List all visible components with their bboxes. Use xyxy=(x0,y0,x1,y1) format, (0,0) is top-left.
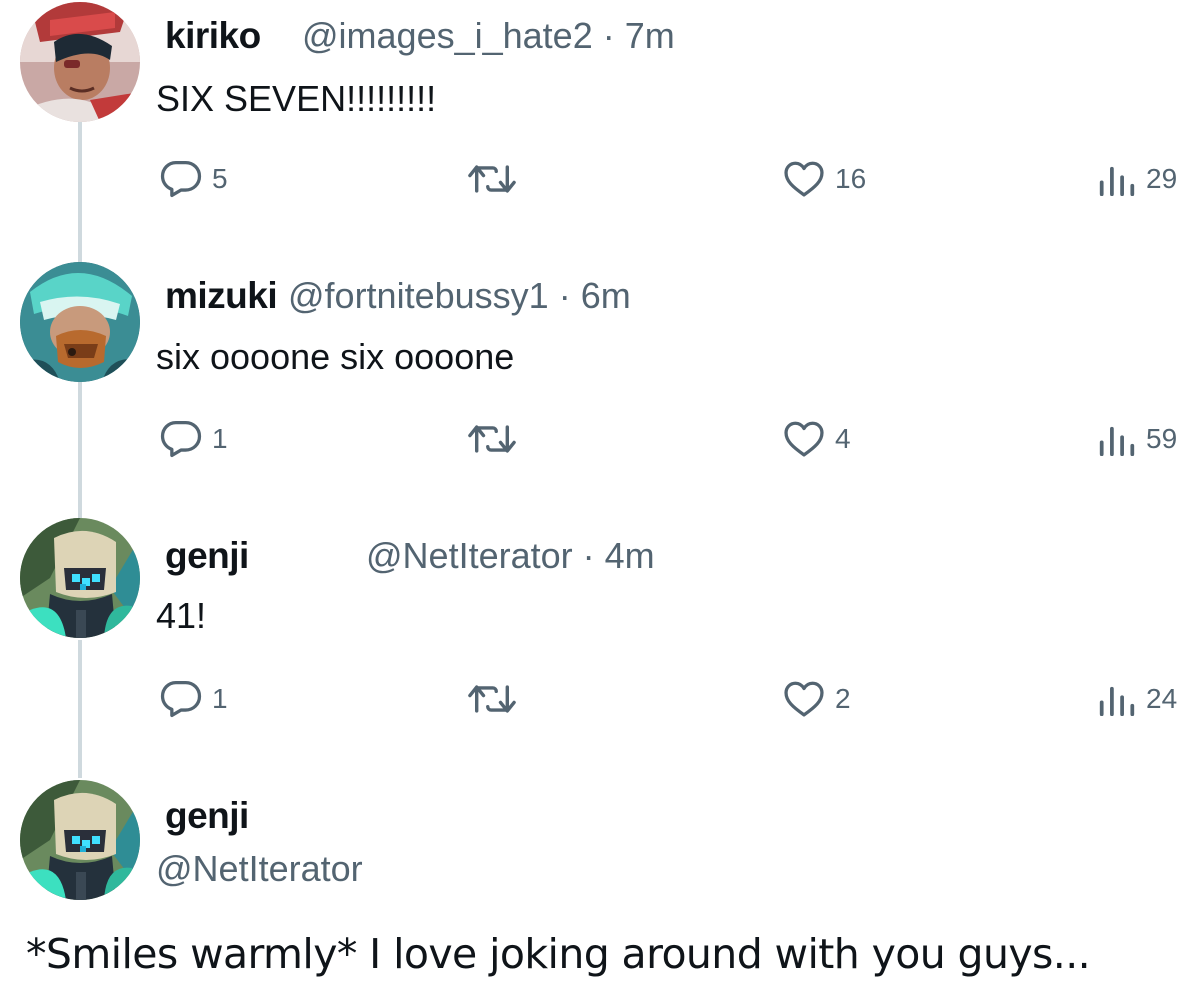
reply-icon xyxy=(160,160,202,198)
avatar[interactable] xyxy=(20,262,140,382)
avatar[interactable] xyxy=(20,780,140,900)
display-name[interactable]: kiriko xyxy=(165,15,261,57)
views-count: 59 xyxy=(1146,423,1178,454)
tweet-time[interactable]: 4m xyxy=(605,535,655,576)
views-button[interactable]: 24 xyxy=(1098,682,1177,716)
heart-icon xyxy=(783,420,825,458)
user-handle[interactable]: @NetIterator xyxy=(156,848,363,890)
display-name[interactable]: genji xyxy=(165,535,249,577)
reply-button[interactable]: 5 xyxy=(160,160,228,198)
user-handle[interactable]: @NetIterator xyxy=(366,535,573,576)
heart-icon xyxy=(783,160,825,198)
retweet-button[interactable] xyxy=(468,162,516,196)
retweet-icon xyxy=(468,682,516,716)
views-count: 24 xyxy=(1146,683,1178,714)
tweet-time[interactable]: 6m xyxy=(581,275,631,316)
avatar[interactable] xyxy=(20,518,140,638)
views-icon xyxy=(1098,422,1136,456)
reply-button[interactable]: 1 xyxy=(160,420,228,458)
display-name[interactable]: genji xyxy=(165,795,249,837)
reply-count: 1 xyxy=(212,683,228,714)
thread-line xyxy=(78,382,82,518)
user-handle[interactable]: @fortnitebussy1 xyxy=(288,275,549,316)
like-button[interactable]: 4 xyxy=(783,420,851,458)
heart-icon xyxy=(783,680,825,718)
tweet-text: *Smiles warmly* I love joking around wit… xyxy=(26,930,1091,978)
reply-count: 5 xyxy=(212,163,228,194)
avatar[interactable] xyxy=(20,2,140,122)
reply-icon xyxy=(160,420,202,458)
tweet-time[interactable]: 7m xyxy=(625,15,675,56)
tweet-meta: @fortnitebussy1 · 6m xyxy=(288,275,631,317)
thread-line xyxy=(78,122,82,264)
tweet-text: six oooone six oooone xyxy=(156,336,515,377)
time-separator: · xyxy=(602,15,615,56)
tweet-text: 41! xyxy=(156,595,207,636)
views-button[interactable]: 59 xyxy=(1098,422,1177,456)
views-icon xyxy=(1098,162,1136,196)
like-button[interactable]: 16 xyxy=(783,160,866,198)
retweet-icon xyxy=(468,162,516,196)
thread-line xyxy=(78,640,82,778)
reply-button[interactable]: 1 xyxy=(160,680,228,718)
views-button[interactable]: 29 xyxy=(1098,162,1177,196)
time-separator: · xyxy=(582,535,595,576)
like-count: 4 xyxy=(835,423,851,454)
tweet-meta: @images_i_hate2 · 7m xyxy=(302,15,675,57)
views-icon xyxy=(1098,682,1136,716)
reply-count: 1 xyxy=(212,423,228,454)
reply-icon xyxy=(160,680,202,718)
tweet-meta: @NetIterator · 4m xyxy=(366,535,655,577)
retweet-button[interactable] xyxy=(468,682,516,716)
retweet-button[interactable] xyxy=(468,422,516,456)
display-name[interactable]: mizuki xyxy=(165,275,278,317)
like-count: 2 xyxy=(835,683,851,714)
like-button[interactable]: 2 xyxy=(783,680,851,718)
views-count: 29 xyxy=(1146,163,1178,194)
user-handle[interactable]: @images_i_hate2 xyxy=(302,15,593,56)
time-separator: · xyxy=(558,275,571,316)
like-count: 16 xyxy=(835,163,867,194)
retweet-icon xyxy=(468,422,516,456)
tweet-text: SIX SEVEN!!!!!!!!! xyxy=(156,78,437,119)
